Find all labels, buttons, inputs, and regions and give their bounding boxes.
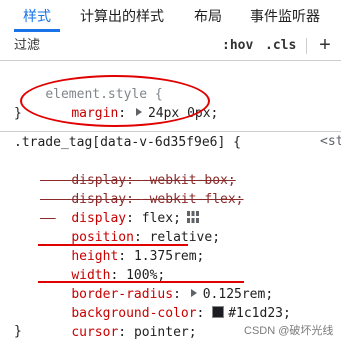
watermark: CSDN @破坏光线: [244, 325, 334, 337]
styles-filter-bar: :hov .cls +: [0, 32, 341, 61]
devtools-tab-bar: 样式 计算出的样式 布局 事件监听器: [0, 0, 341, 33]
filter-input[interactable]: [14, 36, 204, 56]
style-source-link[interactable]: <st: [320, 134, 341, 149]
hov-toggle-button[interactable]: :hov: [222, 36, 253, 56]
decl-background-color[interactable]: background-color: #1c1d23;: [40, 285, 291, 321]
element-style-close-brace: }: [14, 106, 22, 121]
decl-width[interactable]: width: 100%;: [40, 247, 165, 283]
toolbar-separator: [306, 38, 307, 54]
annotation-underline-height: [38, 244, 188, 246]
annotation-circle: [20, 75, 210, 127]
decl-display-webkit-flex[interactable]: display: -webkit-flex;: [40, 171, 243, 207]
cls-toggle-button[interactable]: .cls: [265, 36, 296, 56]
tab-computed[interactable]: 计算出的样式: [80, 0, 164, 32]
new-rule-button[interactable]: +: [316, 34, 334, 56]
trade-tag-selector[interactable]: .trade_tag[data-v-6d35f9e6] {: [14, 133, 241, 152]
trade-tag-rule: .trade_tag[data-v-6d35f9e6] { display: -…: [0, 132, 341, 340]
color-swatch-icon[interactable]: [212, 306, 225, 318]
annotation-underline-border-radius: [38, 281, 244, 283]
decl-display-webkit-box[interactable]: display: -webkit-box;: [40, 152, 235, 188]
tab-layout[interactable]: 布局: [194, 0, 222, 32]
decl-cursor[interactable]: cursor: pointer;: [40, 304, 196, 340]
decl-display-flex[interactable]: display: flex;: [40, 190, 199, 226]
decl-position[interactable]: position: relative;: [40, 209, 220, 245]
tab-event-listeners[interactable]: 事件监听器: [250, 0, 320, 32]
tab-styles[interactable]: 样式: [23, 0, 51, 32]
trade-tag-close-brace: }: [14, 324, 22, 339]
